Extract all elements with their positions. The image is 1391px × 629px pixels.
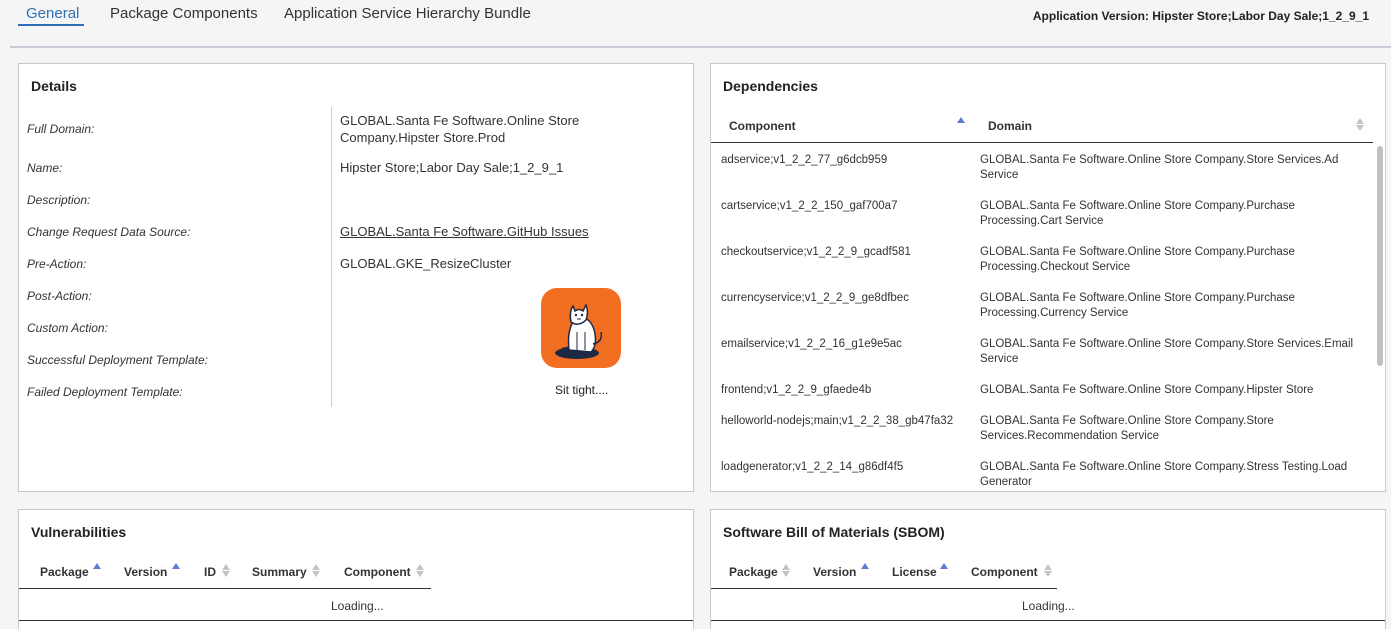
sort-icon[interactable] — [222, 564, 230, 577]
col-header-summary[interactable]: Summary — [252, 565, 307, 579]
header-divider — [19, 588, 431, 589]
header-divider — [711, 588, 1057, 589]
tab-package-components[interactable]: Package Components — [110, 5, 258, 22]
domain-cell: GLOBAL.Santa Fe Software.Online Store Co… — [980, 461, 1348, 488]
tab-bar-divider — [10, 46, 1391, 48]
change-request-link[interactable]: GLOBAL.Santa Fe Software.GitHub Issues — [340, 224, 589, 239]
col-header-version[interactable]: Version — [813, 565, 856, 579]
vulnerabilities-loading: Loading... — [331, 599, 384, 613]
col-header-version[interactable]: Version — [124, 565, 167, 579]
full-domain-value: GLOBAL.Santa Fe Software.Online Store Co… — [340, 112, 579, 146]
sort-icon[interactable] — [1356, 118, 1364, 131]
tab-application-service-hierarchy-bundle[interactable]: Application Service Hierarchy Bundle — [284, 5, 531, 22]
sbom-panel: Software Bill of Materials (SBOM) Packag… — [710, 509, 1386, 629]
active-tab-indicator — [18, 24, 84, 26]
sort-asc-icon[interactable] — [861, 563, 869, 575]
component-cell: loadgenerator;v1_2_2_14_g86df4f5 — [721, 461, 904, 473]
col-header-license[interactable]: License — [892, 565, 937, 579]
change-request-value: GLOBAL.Santa Fe Software.GitHub Issues — [340, 223, 589, 240]
component-cell: currencyservice;v1_2_2_9_ge8dfbec — [721, 292, 909, 304]
failed-deployment-template-label: Failed Deployment Template: — [27, 385, 183, 399]
sort-asc-icon[interactable] — [172, 563, 180, 575]
dependencies-panel: Dependencies Component Domain adservice;… — [710, 63, 1386, 492]
component-cell: helloworld-nodejs;main;v1_2_2_38_gb47fa3… — [721, 415, 954, 427]
custom-action-label: Custom Action: — [27, 321, 108, 335]
component-cell: checkoutservice;v1_2_2_9_gcadf581 — [721, 246, 911, 258]
sbom-loading: Loading... — [1022, 599, 1075, 613]
loading-cat-icon — [541, 288, 621, 368]
description-label: Description: — [27, 193, 91, 207]
col-header-domain[interactable]: Domain — [988, 119, 1032, 133]
full-domain-label: Full Domain: — [27, 122, 95, 136]
sort-asc-icon[interactable] — [957, 117, 965, 129]
sort-icon[interactable] — [312, 564, 320, 577]
header-divider — [711, 142, 1373, 143]
col-header-component[interactable]: Component — [344, 565, 411, 579]
post-action-label: Post-Action: — [27, 289, 92, 303]
sort-icon[interactable] — [1044, 564, 1052, 577]
domain-cell: GLOBAL.Santa Fe Software.Online Store Co… — [980, 200, 1295, 227]
domain-cell: GLOBAL.Santa Fe Software.Online Store Co… — [980, 384, 1314, 396]
dependencies-title: Dependencies — [723, 78, 818, 94]
component-cell: frontend;v1_2_2_9_gfaede4b — [721, 384, 872, 396]
sbom-title: Software Bill of Materials (SBOM) — [723, 524, 945, 540]
details-panel: Details Full Domain: GLOBAL.Santa Fe Sof… — [18, 63, 694, 492]
col-header-component[interactable]: Component — [971, 565, 1038, 579]
scrollbar-thumb[interactable] — [1377, 146, 1383, 366]
full-domain-value-line2: Company.Hipster Store.Prod — [340, 130, 506, 145]
pre-action-label: Pre-Action: — [27, 257, 87, 271]
col-header-package[interactable]: Package — [40, 565, 89, 579]
dependencies-table-body: adservice;v1_2_2_77_g6dcb959 GLOBAL.Santa… — [711, 144, 1371, 490]
scrollbar[interactable] — [1375, 144, 1385, 490]
top-tab-bar: General Package Components Application S… — [0, 0, 1391, 48]
full-domain-value-line1: GLOBAL.Santa Fe Software.Online Store — [340, 113, 580, 128]
table-bottom-border — [19, 620, 693, 621]
application-version: Application Version: Hipster Store;Labor… — [1032, 9, 1369, 23]
sort-icon[interactable] — [416, 564, 424, 577]
sort-asc-icon[interactable] — [940, 563, 948, 575]
successful-deployment-template-label: Successful Deployment Template: — [27, 353, 208, 367]
pre-action-value: GLOBAL.GKE_ResizeCluster — [340, 256, 512, 271]
col-header-id[interactable]: ID — [204, 565, 216, 579]
tab-general[interactable]: General — [26, 5, 79, 22]
col-header-component[interactable]: Component — [729, 119, 796, 133]
vulnerabilities-title: Vulnerabilities — [31, 524, 127, 540]
table-bottom-border — [711, 620, 1385, 621]
vulnerabilities-panel: Vulnerabilities Package Version ID Summa… — [18, 509, 694, 629]
sort-icon[interactable] — [782, 564, 790, 577]
loading-message: Sit tight.... — [555, 383, 609, 397]
domain-cell: GLOBAL.Santa Fe Software.Online Store Co… — [980, 154, 1339, 181]
name-value: Hipster Store;Labor Day Sale;1_2_9_1 — [340, 160, 564, 175]
change-request-label: Change Request Data Source: — [27, 225, 191, 239]
col-header-package[interactable]: Package — [729, 565, 778, 579]
domain-cell: GLOBAL.Santa Fe Software.Online Store Co… — [980, 338, 1354, 365]
details-title: Details — [31, 78, 77, 94]
domain-cell: GLOBAL.Santa Fe Software.Online Store Co… — [980, 415, 1274, 442]
details-column-divider — [331, 107, 332, 407]
component-cell: cartservice;v1_2_2_150_gaf700a7 — [721, 200, 898, 212]
sort-asc-icon[interactable] — [93, 563, 101, 575]
component-cell: adservice;v1_2_2_77_g6dcb959 — [721, 154, 888, 166]
domain-cell: GLOBAL.Santa Fe Software.Online Store Co… — [980, 246, 1295, 273]
domain-cell: GLOBAL.Santa Fe Software.Online Store Co… — [980, 292, 1295, 319]
component-cell: emailservice;v1_2_2_16_g1e9e5ac — [721, 338, 902, 350]
name-label: Name: — [27, 161, 63, 175]
